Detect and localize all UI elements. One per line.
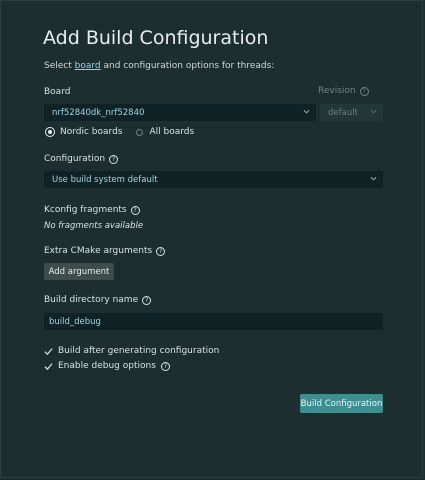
- board-select-value: nrf52840dk_nrf52840: [52, 107, 145, 118]
- kconfig-label-text: Kconfig fragments: [44, 205, 127, 215]
- board-link[interactable]: board: [75, 61, 101, 71]
- debug-label: Enable debug options: [58, 361, 156, 371]
- revision-label-text: Revision: [318, 86, 356, 96]
- help-icon[interactable]: ?: [142, 295, 152, 305]
- page-title: Add Build Configuration: [43, 27, 269, 49]
- subtitle-suffix: and configuration options for threads:: [100, 61, 275, 71]
- radio-all-label: All boards: [149, 127, 195, 137]
- kconfig-empty-text: No fragments available: [44, 221, 144, 231]
- cmake-label-text: Extra CMake arguments: [44, 246, 153, 256]
- chevron-down-icon: [370, 109, 377, 114]
- configuration-label-text: Configuration: [44, 154, 106, 164]
- help-icon[interactable]: ?: [156, 246, 166, 256]
- build-dir-label-text: Build directory name: [44, 295, 139, 305]
- radio-all-boards[interactable]: [136, 128, 144, 136]
- board-select[interactable]: nrf52840dk_nrf52840: [44, 104, 316, 121]
- board-label: Board: [44, 87, 70, 97]
- checkmark-icon[interactable]: [44, 347, 53, 356]
- help-icon[interactable]: ?: [130, 205, 140, 215]
- revision-select: default: [320, 104, 383, 121]
- revision-label: Revision ?: [318, 86, 369, 96]
- build-dir-input[interactable]: build_debug: [44, 313, 383, 330]
- help-icon[interactable]: ?: [109, 154, 119, 164]
- subtitle: Select board and configuration options f…: [44, 61, 274, 71]
- cmake-label: Extra CMake arguments ?: [44, 246, 166, 256]
- build-after-label: Build after generating configuration: [58, 346, 220, 356]
- help-icon[interactable]: ?: [160, 361, 170, 371]
- build-after-option[interactable]: Build after generating configuration: [44, 346, 219, 356]
- chevron-down-icon: [303, 109, 310, 114]
- board-label-text: Board: [44, 87, 71, 97]
- build-dir-label: Build directory name ?: [44, 295, 152, 305]
- subtitle-prefix: Select: [44, 61, 75, 71]
- radio-nordic-boards[interactable]: [45, 127, 55, 137]
- configuration-select-value: Use build system default: [52, 174, 158, 185]
- radio-nordic-label: Nordic boards: [60, 127, 123, 137]
- configuration-label: Configuration ?: [44, 154, 119, 164]
- help-icon[interactable]: ?: [359, 86, 369, 96]
- checkmark-icon[interactable]: [44, 362, 53, 371]
- chevron-down-icon: [370, 176, 377, 181]
- revision-select-value: default: [328, 107, 358, 118]
- debug-option[interactable]: Enable debug options ?: [44, 361, 170, 371]
- configuration-select[interactable]: Use build system default: [44, 171, 383, 188]
- kconfig-label: Kconfig fragments ?: [44, 205, 140, 215]
- add-argument-button[interactable]: Add argument: [44, 263, 114, 280]
- build-configuration-button[interactable]: Build Configuration: [300, 394, 383, 413]
- board-filter-radios: Nordic boards All boards: [45, 127, 202, 137]
